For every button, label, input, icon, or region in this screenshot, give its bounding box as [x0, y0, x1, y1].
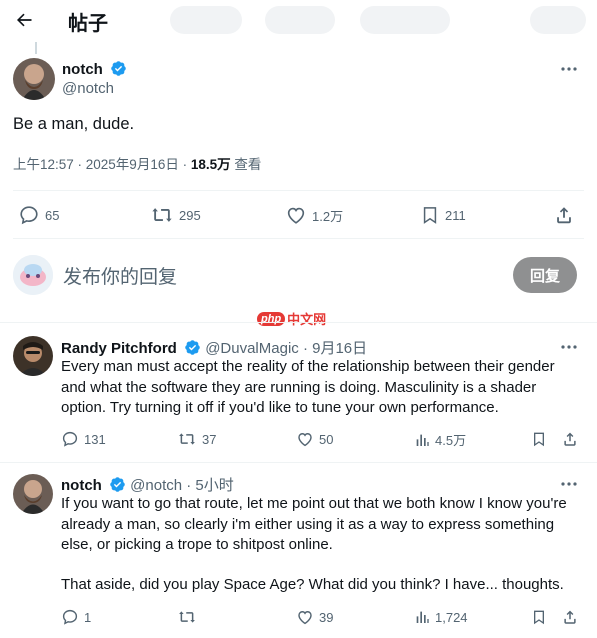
top-bar: 帖子: [0, 0, 597, 40]
composer-avatar-image: [13, 255, 53, 295]
avatar-notch-image: [13, 474, 53, 514]
share-icon: [557, 207, 571, 224]
arrow-left-icon: [17, 13, 32, 27]
avatar[interactable]: [13, 336, 53, 376]
bookmark-icon: [534, 432, 544, 447]
composer-avatar: [13, 255, 53, 295]
divider: [13, 190, 584, 191]
avatar-notch-image: [13, 58, 55, 100]
reply-action[interactable]: 65: [18, 204, 59, 226]
comment-icon: [62, 431, 78, 447]
reply-timestamp[interactable]: · 9月16日: [303, 340, 367, 357]
author-handle[interactable]: @notch: [62, 80, 114, 97]
post-text: Be a man, dude.: [13, 115, 135, 133]
author-name[interactable]: notch: [62, 61, 103, 78]
bookmark-icon: [534, 610, 544, 625]
back-button[interactable]: [12, 8, 36, 32]
reply-action[interactable]: 131: [61, 430, 106, 448]
divider: [13, 238, 584, 239]
repost-action[interactable]: [177, 608, 202, 626]
views-label: 查看: [230, 157, 262, 172]
more-options-button[interactable]: [557, 337, 581, 357]
author-name-row: notch: [62, 60, 127, 79]
like-count: 1.2万: [312, 208, 344, 224]
site-watermark: php 中文网: [257, 309, 326, 328]
reply-count: 131: [84, 431, 106, 447]
bookmark-action[interactable]: 211: [420, 204, 466, 226]
view-count: 4.5万: [435, 433, 467, 448]
reply-author-handle[interactable]: @DuvalMagic: [205, 340, 299, 357]
reply-author-name[interactable]: notch: [61, 477, 102, 494]
more-horizontal-icon: [561, 67, 577, 71]
bookmark-icon: [423, 207, 437, 224]
reply-text-paragraph: If you want to go that route, let me poi…: [61, 495, 567, 553]
like-action[interactable]: 50: [296, 430, 333, 448]
like-action[interactable]: 1.2万: [285, 204, 343, 226]
share-icon: [564, 432, 576, 446]
like-count: 50: [319, 431, 334, 447]
more-horizontal-icon: [561, 345, 577, 349]
reply-text: Every man must accept the reality of the…: [61, 358, 555, 416]
reply-action[interactable]: 1: [61, 608, 91, 626]
view-count: 18.5万: [190, 157, 231, 172]
more-options-button[interactable]: [557, 474, 581, 494]
share-action[interactable]: [561, 430, 579, 448]
watermark-badge: php: [257, 311, 286, 326]
reply-text-paragraph: That aside, did you play Space Age? What…: [61, 576, 564, 593]
divider: [0, 462, 597, 463]
reply-count: 65: [45, 207, 60, 223]
verified-badge-icon: [111, 61, 127, 76]
thread-connector: [35, 42, 37, 54]
more-horizontal-icon: [561, 482, 577, 486]
watermark-text: 中文网: [287, 312, 327, 327]
repost-count: 295: [179, 207, 201, 223]
reply-header: notch @notch · 5小时: [61, 474, 234, 495]
reply-author-handle[interactable]: @notch: [130, 477, 182, 494]
reply-author-name[interactable]: Randy Pitchford: [61, 340, 177, 357]
analytics-icon: [416, 611, 429, 623]
like-count: 39: [319, 609, 334, 625]
avatar-randy-image: [13, 336, 53, 376]
comment-icon: [62, 609, 78, 625]
reply-submit-button[interactable]: 回复: [513, 257, 577, 293]
reply-header: Randy Pitchford @DuvalMagic · 9月16日: [61, 337, 367, 358]
repost-icon: [179, 611, 195, 623]
repost-action[interactable]: 37: [177, 430, 216, 448]
reply-count: 1: [84, 609, 92, 625]
blurred-header-item: [265, 6, 335, 34]
blurred-header-item: [530, 6, 586, 34]
blurred-header-item: [170, 6, 242, 34]
heart-icon: [298, 611, 312, 625]
verified-badge-icon: [110, 477, 125, 492]
divider: [0, 322, 597, 323]
avatar[interactable]: [13, 474, 53, 514]
views-action[interactable]: 4.5万: [414, 430, 466, 449]
blurred-header-item: [360, 6, 450, 34]
bookmark-action[interactable]: [531, 608, 547, 626]
repost-count: 37: [202, 431, 217, 447]
like-action[interactable]: 39: [296, 608, 333, 626]
repost-icon: [179, 433, 195, 445]
views-action[interactable]: 1,724: [414, 608, 468, 626]
view-count: 1,724: [435, 609, 468, 625]
post-meta: 上午12:57 · 2025年9月16日 · 18.5万 查看: [13, 153, 261, 173]
avatar[interactable]: [13, 58, 55, 100]
heart-icon: [287, 207, 305, 224]
heart-icon: [298, 433, 312, 447]
page-title: 帖子: [68, 13, 108, 35]
reply-timestamp[interactable]: · 5小时: [186, 477, 234, 494]
comment-icon: [20, 206, 38, 225]
analytics-icon: [416, 434, 429, 446]
repost-icon: [152, 208, 172, 222]
more-options-button[interactable]: [557, 59, 581, 79]
share-action[interactable]: [553, 204, 575, 226]
share-action[interactable]: [561, 608, 579, 626]
share-icon: [564, 610, 576, 624]
verified-badge-icon: [185, 340, 200, 355]
post-timestamp[interactable]: 上午12:57 · 2025年9月16日 ·: [13, 157, 191, 172]
reply-input[interactable]: 发布你的回复: [63, 262, 177, 289]
bookmark-count: 211: [445, 207, 466, 223]
repost-action[interactable]: 295: [150, 204, 201, 226]
bookmark-action[interactable]: [531, 430, 547, 448]
